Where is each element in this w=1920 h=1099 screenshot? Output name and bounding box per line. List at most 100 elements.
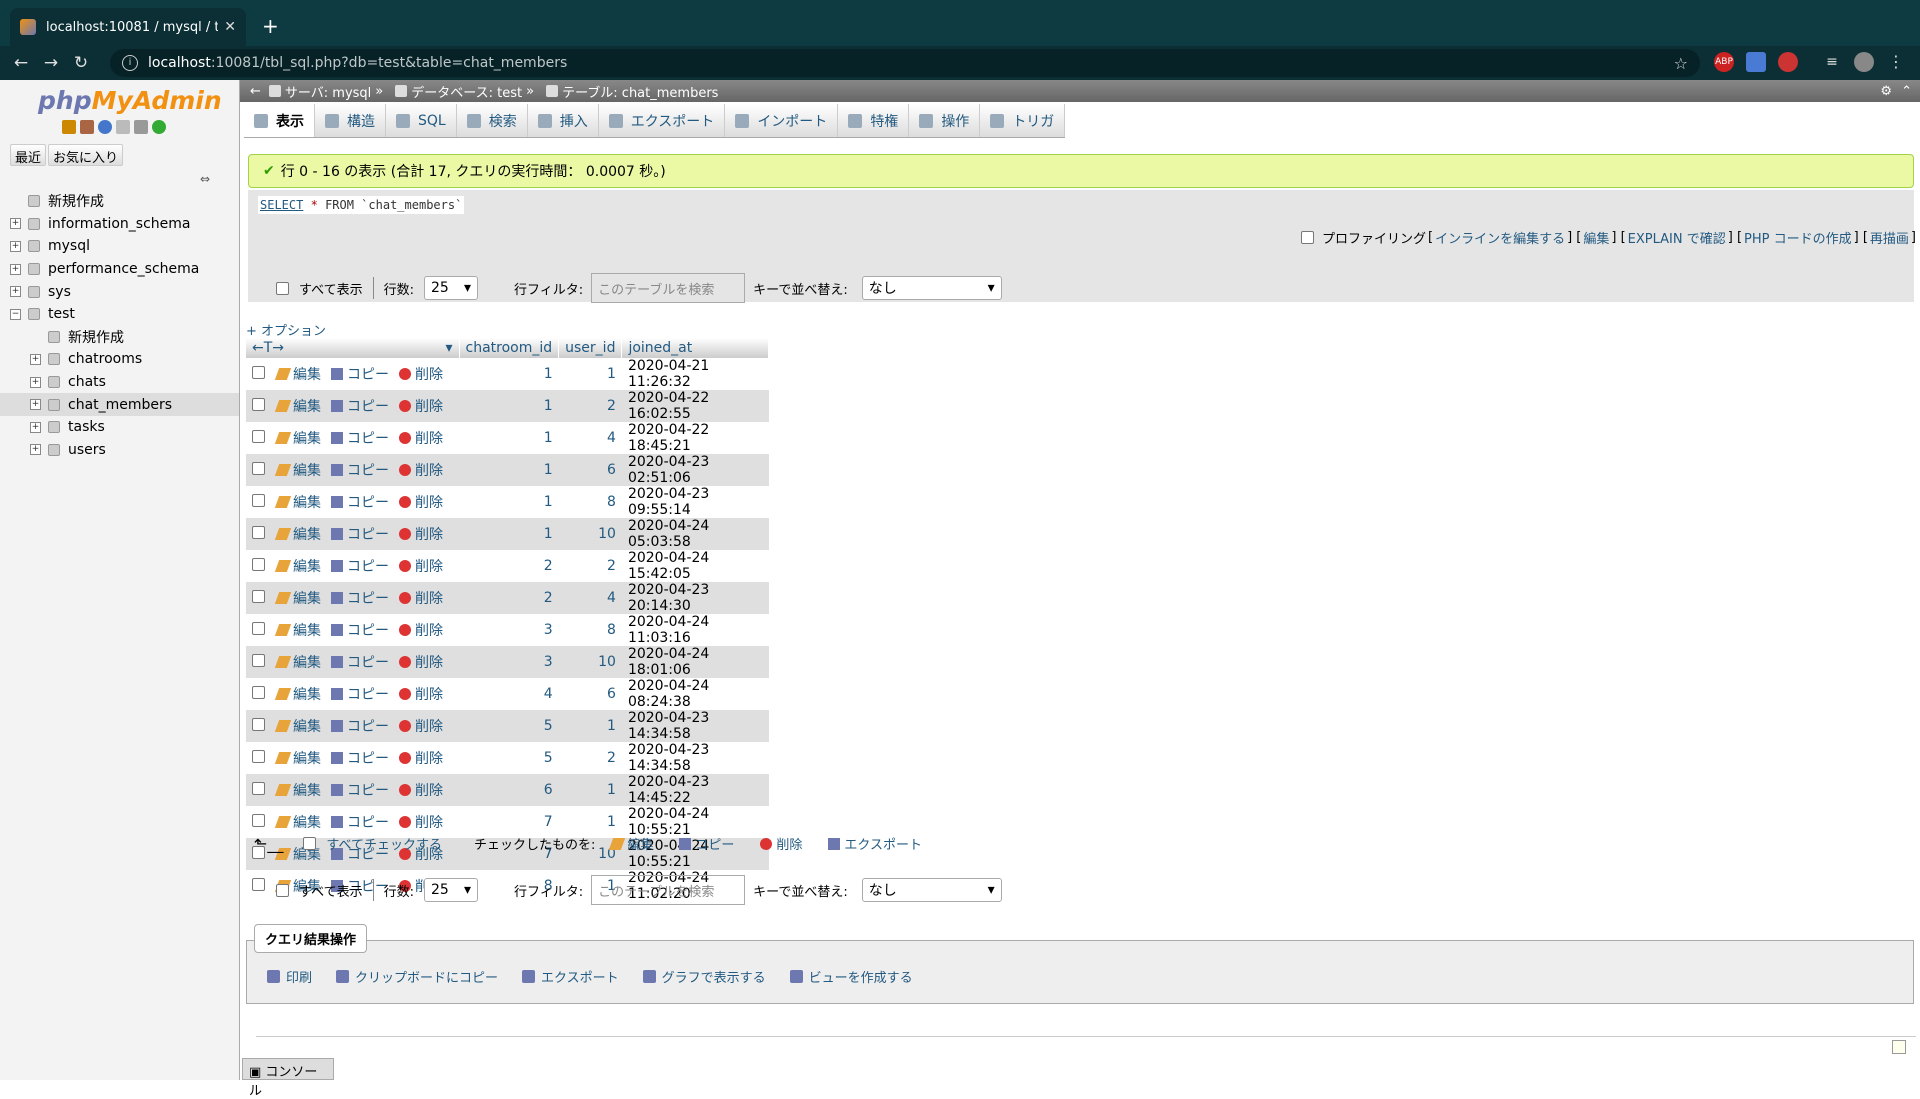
row-checkbox[interactable]: [252, 717, 265, 731]
column-header[interactable]: user_id: [558, 338, 623, 358]
cell-joined-at[interactable]: 2020-04-24 11:03:16: [622, 614, 769, 646]
cell-chatroom-id[interactable]: 2: [459, 582, 559, 614]
cell-joined-at[interactable]: 2020-04-24 05:03:58: [621, 518, 769, 550]
expand-icon[interactable]: +: [10, 263, 21, 275]
expand-icon[interactable]: +: [30, 353, 41, 365]
bulk-delete-button[interactable]: 削除: [760, 834, 802, 853]
row-checkbox[interactable]: [252, 461, 265, 475]
cell-chatroom-id[interactable]: 5: [459, 742, 559, 774]
tree-item[interactable]: + chats: [0, 371, 239, 394]
cell-chatroom-id[interactable]: 6: [459, 774, 559, 806]
cell-user-id[interactable]: 8: [559, 486, 622, 518]
collapse-icon[interactable]: ⌃: [1901, 84, 1912, 99]
cell-chatroom-id[interactable]: 5: [459, 710, 559, 742]
row-delete-button[interactable]: 削除: [399, 524, 443, 544]
reload-nav-icon[interactable]: [152, 120, 166, 134]
show-all-checkbox[interactable]: [276, 281, 289, 295]
close-tab-icon[interactable]: ✕: [224, 19, 236, 35]
edit-query-link[interactable]: 編集: [1583, 228, 1609, 247]
tab-7[interactable]: 特権: [838, 104, 910, 137]
inline-edit-link[interactable]: インラインを編集する: [1435, 228, 1565, 247]
cell-joined-at[interactable]: 2020-04-24 15:42:05: [622, 550, 769, 582]
tree-item[interactable]: + performance_schema: [0, 258, 239, 281]
print-link[interactable]: 印刷: [267, 967, 312, 987]
expand-icon[interactable]: +: [10, 286, 21, 298]
row-copy-button[interactable]: コピー: [331, 684, 389, 704]
home-icon[interactable]: [62, 120, 76, 134]
reload-icon[interactable]: ↻: [66, 53, 96, 73]
tree-item[interactable]: 新規作成: [0, 190, 239, 213]
cell-chatroom-id[interactable]: 2: [459, 550, 559, 582]
breadcrumb-server[interactable]: サーバ: mysql: [285, 82, 371, 101]
row-checkbox[interactable]: [252, 685, 265, 699]
cell-chatroom-id[interactable]: 4: [459, 678, 559, 710]
tab-2[interactable]: SQL: [386, 104, 457, 137]
cell-chatroom-id[interactable]: 1: [459, 486, 559, 518]
cell-joined-at[interactable]: 2020-04-23 20:14:30: [621, 582, 769, 614]
tree-item[interactable]: + mysql: [0, 235, 239, 258]
row-checkbox[interactable]: [252, 365, 265, 379]
cell-user-id[interactable]: 2: [558, 390, 622, 422]
tab-5[interactable]: エクスポート: [598, 104, 726, 137]
cell-joined-at[interactable]: 2020-04-22 16:02:55: [621, 390, 769, 422]
row-edit-button[interactable]: 編集: [274, 620, 321, 640]
phpmyadmin-logo[interactable]: phpMyAdmin: [38, 86, 222, 115]
row-checkbox[interactable]: [252, 525, 265, 539]
cell-user-id[interactable]: 4: [559, 422, 622, 454]
collapse-icon[interactable]: −: [10, 308, 21, 320]
cell-user-id[interactable]: 1: [558, 710, 622, 742]
cell-joined-at[interactable]: 2020-04-24 08:24:38: [622, 678, 769, 710]
row-edit-button[interactable]: 編集: [274, 780, 321, 800]
expand-icon[interactable]: +: [30, 444, 41, 456]
sql-query-text[interactable]: SELECT * FROM `chat_members`: [258, 196, 465, 214]
menu-kebab-icon[interactable]: ⋮: [1886, 52, 1906, 72]
gear-icon[interactable]: ⚙: [1880, 84, 1892, 99]
cell-joined-at[interactable]: 2020-04-24 18:01:06: [621, 646, 769, 678]
row-copy-button[interactable]: コピー: [331, 716, 389, 736]
cell-joined-at[interactable]: 2020-04-22 18:45:21: [622, 422, 769, 454]
cell-chatroom-id[interactable]: 3: [459, 646, 559, 678]
new-tab-button[interactable]: +: [262, 14, 279, 38]
row-checkbox[interactable]: [252, 621, 265, 635]
tree-item[interactable]: + sys: [0, 280, 239, 303]
row-checkbox[interactable]: [252, 877, 265, 891]
row-checkbox[interactable]: [252, 653, 265, 667]
row-copy-button[interactable]: コピー: [331, 588, 389, 608]
breadcrumb-table[interactable]: テーブル: chat_members: [562, 82, 718, 101]
row-edit-button[interactable]: 編集: [274, 684, 321, 704]
row-copy-button[interactable]: コピー: [331, 620, 389, 640]
row-edit-button[interactable]: 編集: [274, 812, 321, 832]
sort-select[interactable]: なし ▾: [861, 276, 1002, 300]
row-delete-button[interactable]: 削除: [399, 716, 443, 736]
export-link[interactable]: エクスポート: [522, 967, 619, 987]
php-code-link[interactable]: PHP コードの作成: [1744, 228, 1852, 247]
tree-item[interactable]: + information_schema: [0, 213, 239, 236]
cell-joined-at[interactable]: 2020-04-23 02:51:06: [621, 454, 769, 486]
cell-user-id[interactable]: 2: [559, 550, 622, 582]
settings-icon[interactable]: [134, 120, 148, 134]
column-resize-controls[interactable]: ←T→ ▾: [246, 338, 460, 358]
row-delete-button[interactable]: 削除: [399, 556, 443, 576]
row-edit-button[interactable]: 編集: [274, 396, 321, 416]
forward-icon[interactable]: →: [36, 53, 66, 73]
sort-select-bottom[interactable]: なし ▾: [861, 878, 1002, 902]
row-delete-button[interactable]: 削除: [399, 652, 443, 672]
check-all-link[interactable]: すべてチェックする: [326, 834, 442, 853]
row-checkbox[interactable]: [252, 429, 265, 443]
tab-1[interactable]: 構造: [315, 104, 386, 137]
row-edit-button[interactable]: 編集: [274, 556, 321, 576]
tree-item[interactable]: + users: [0, 439, 239, 462]
recent-button[interactable]: 最近: [10, 144, 47, 166]
row-delete-button[interactable]: 削除: [399, 396, 443, 416]
row-delete-button[interactable]: 削除: [399, 684, 443, 704]
info-icon[interactable]: i: [122, 55, 138, 71]
row-delete-button[interactable]: 削除: [399, 748, 443, 768]
row-checkbox[interactable]: [252, 781, 265, 795]
console-toggle[interactable]: ▣ コンソール: [242, 1058, 334, 1099]
row-checkbox[interactable]: [252, 749, 265, 763]
row-copy-button[interactable]: コピー: [331, 652, 389, 672]
cell-joined-at[interactable]: 2020-04-23 09:55:14: [622, 486, 769, 518]
cell-chatroom-id[interactable]: 1: [459, 358, 559, 390]
row-copy-button[interactable]: コピー: [331, 460, 389, 480]
profiling-checkbox[interactable]: [1300, 231, 1314, 244]
